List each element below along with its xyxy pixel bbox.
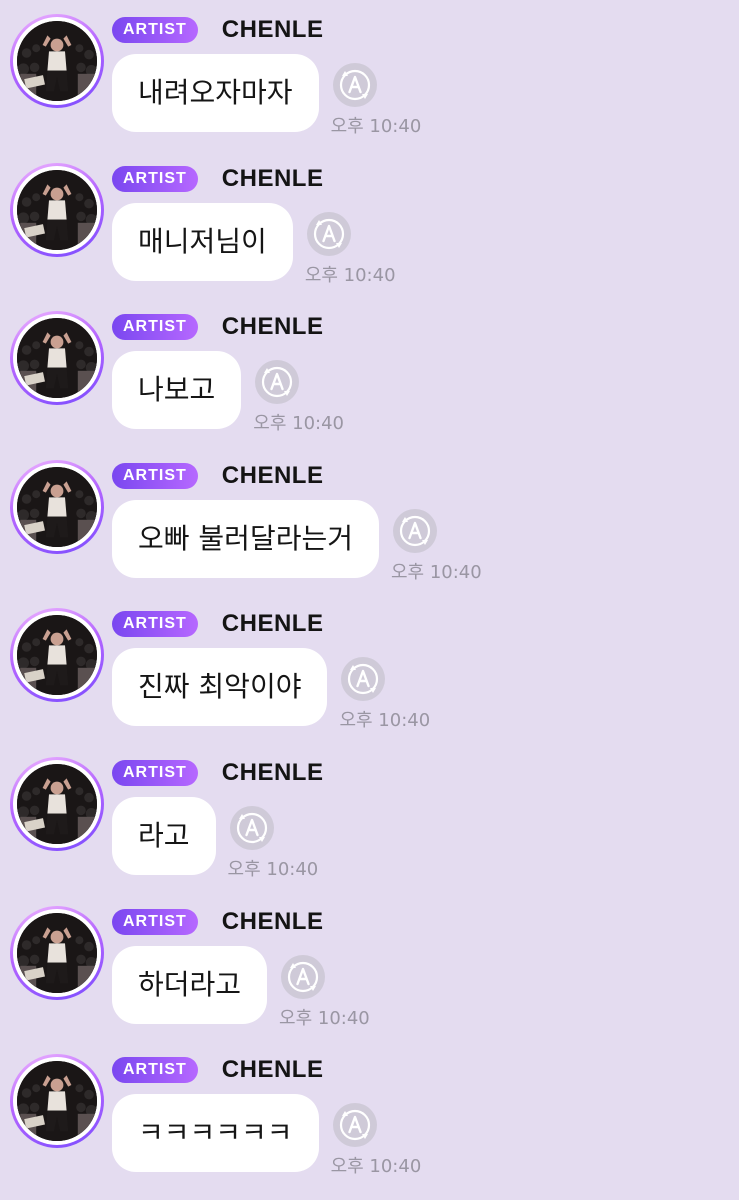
- artist-avatar[interactable]: [10, 162, 104, 257]
- message-header: ARTIST CHENLE: [112, 610, 323, 638]
- translate-icon[interactable]: [340, 656, 386, 702]
- message-header: ARTIST CHENLE: [112, 16, 323, 44]
- artist-avatar[interactable]: [10, 459, 104, 554]
- profile-photo: [17, 1061, 97, 1142]
- message-bubble[interactable]: 진짜 최악이야: [112, 648, 328, 727]
- message-meta: 오후 10:40: [339, 656, 430, 732]
- avatar-ring: [13, 1057, 101, 1146]
- message-meta: 오후 10:40: [227, 805, 319, 881]
- avatar-ring: [13, 17, 101, 105]
- artist-avatar[interactable]: [10, 905, 104, 1000]
- translate-icon[interactable]: [306, 211, 352, 257]
- avatar-ring: [13, 314, 101, 403]
- message-row: 나보고오후 10:40: [112, 351, 344, 435]
- chat-message: ARTIST CHENLE ㅋㅋㅋㅋㅋㅋ 오후 10:40: [0, 1040, 739, 1188]
- profile-photo: [17, 169, 97, 250]
- avatar-ring: [13, 165, 101, 254]
- message-meta: 오후 10:40: [253, 359, 344, 435]
- message-meta: 오후 10:40: [279, 954, 370, 1030]
- profile-photo: [17, 615, 97, 696]
- message-row: 내려오자마자오후 10:40: [112, 54, 421, 138]
- artist-badge: ARTIST: [112, 165, 198, 192]
- chat-message: ARTIST CHENLE 매니저님이오후 10:40: [0, 149, 739, 297]
- artist-avatar[interactable]: [10, 608, 104, 703]
- translate-icon[interactable]: [332, 62, 378, 108]
- message-row: 오빠 불러달라는거오후 10:40: [112, 499, 482, 584]
- chat-log: ARTIST CHENLE 내려오자마자오후 10:40 ARTIST CHENLE 매니…: [0, 0, 739, 1200]
- avatar-ring: [13, 908, 101, 997]
- profile-photo: [17, 912, 97, 993]
- artist-avatar[interactable]: [10, 311, 104, 406]
- sender-name[interactable]: CHENLE: [222, 16, 324, 44]
- message-bubble[interactable]: 라고: [112, 797, 216, 875]
- message-header: ARTIST CHENLE: [112, 908, 323, 936]
- message-header: ARTIST CHENLE: [112, 313, 323, 341]
- message-row: ㅋㅋㅋㅋㅋㅋ 오후 10:40: [112, 1094, 421, 1178]
- chat-message: ARTIST CHENLE 오빠 불러달라는거오후 10:40: [0, 446, 739, 594]
- message-timestamp: 오후 10:40: [227, 859, 319, 880]
- message-timestamp: 오후 10:40: [304, 264, 396, 286]
- message-bubble[interactable]: 내려오자마자: [112, 54, 319, 132]
- sender-name[interactable]: CHENLE: [222, 1056, 324, 1084]
- message-timestamp: 오후 10:40: [330, 1156, 422, 1178]
- message-bubble[interactable]: 오빠 불러달라는거: [112, 499, 379, 578]
- artist-avatar[interactable]: [10, 14, 104, 108]
- message-timestamp: 오후 10:40: [279, 1007, 370, 1029]
- message-timestamp: 오후 10:40: [330, 116, 422, 137]
- message-meta: 오후 10:40: [391, 508, 482, 584]
- artist-badge: ARTIST: [112, 314, 198, 341]
- profile-photo: [17, 21, 97, 101]
- artist-avatar[interactable]: [10, 757, 104, 851]
- artist-badge: ARTIST: [112, 760, 198, 786]
- translate-icon[interactable]: [254, 359, 300, 405]
- avatar-ring: [13, 462, 101, 551]
- avatar-ring: [13, 611, 101, 700]
- message-header: ARTIST CHENLE: [112, 165, 323, 193]
- message-meta: 오후 10:40: [330, 62, 422, 138]
- message-meta: 오후 10:40: [330, 1102, 422, 1178]
- chat-message: ARTIST CHENLE 내려오자마자오후 10:40: [0, 0, 739, 148]
- chat-message: ARTIST CHENLE 진짜 최악이야오후 10:40: [0, 594, 739, 742]
- message-row: 하더라고오후 10:40: [112, 945, 370, 1030]
- message-bubble[interactable]: 나보고: [112, 351, 242, 430]
- profile-photo: [17, 318, 97, 399]
- message-header: ARTIST CHENLE: [112, 759, 323, 787]
- chat-message: ARTIST CHENLE 라고 오후 10:40: [0, 743, 739, 891]
- message-row: 라고오후 10:40: [112, 797, 318, 881]
- artist-badge: ARTIST: [112, 462, 198, 489]
- message-meta: 오후 10:40: [305, 211, 396, 287]
- message-header: ARTIST CHENLE: [112, 1056, 323, 1084]
- sender-name[interactable]: CHENLE: [222, 908, 324, 936]
- sender-name[interactable]: CHENLE: [222, 610, 324, 638]
- message-timestamp: 오후 10:40: [253, 413, 344, 435]
- message-timestamp: 오후 10:40: [339, 710, 431, 732]
- artist-badge: ARTIST: [112, 908, 198, 935]
- translate-icon[interactable]: [332, 1102, 378, 1148]
- profile-photo: [17, 764, 97, 844]
- artist-badge: ARTIST: [112, 1057, 198, 1084]
- message-bubble[interactable]: 하더라고: [112, 945, 268, 1024]
- message-timestamp: 오후 10:40: [390, 561, 482, 583]
- artist-badge: ARTIST: [112, 611, 198, 638]
- avatar-ring: [13, 760, 101, 848]
- sender-name[interactable]: CHENLE: [222, 462, 324, 490]
- message-header: ARTIST CHENLE: [112, 462, 323, 490]
- message-row: 매니저님이오후 10:40: [112, 202, 396, 287]
- chat-message: ARTIST CHENLE 하더라고오후 10:40: [0, 892, 739, 1040]
- sender-name[interactable]: CHENLE: [222, 313, 324, 341]
- artist-avatar[interactable]: [10, 1054, 104, 1149]
- message-row: 진짜 최악이야오후 10:40: [112, 648, 430, 732]
- artist-badge: ARTIST: [112, 17, 198, 43]
- message-bubble[interactable]: ㅋㅋㅋㅋㅋㅋ: [112, 1094, 319, 1173]
- message-bubble[interactable]: 매니저님이: [112, 202, 293, 281]
- translate-icon[interactable]: [280, 954, 326, 1000]
- chat-message: ARTIST CHENLE 나보고오후 10:40: [0, 297, 739, 445]
- profile-photo: [17, 466, 97, 547]
- sender-name[interactable]: CHENLE: [222, 165, 324, 193]
- translate-icon[interactable]: [392, 508, 438, 554]
- sender-name[interactable]: CHENLE: [222, 759, 324, 787]
- translate-icon[interactable]: [229, 805, 275, 851]
